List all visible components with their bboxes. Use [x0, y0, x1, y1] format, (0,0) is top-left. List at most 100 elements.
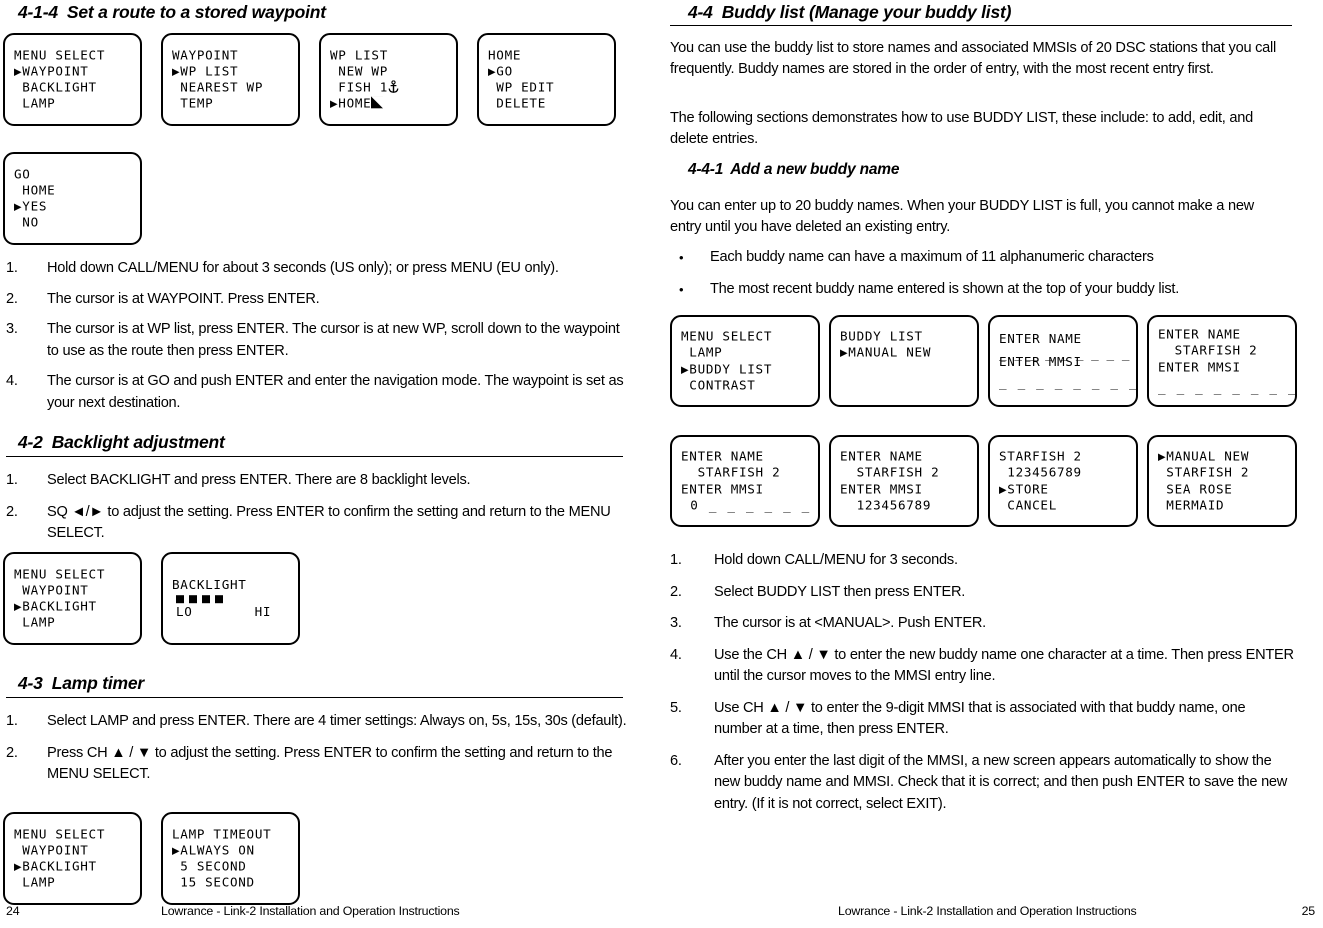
lcd-line: WAYPOINT: [14, 842, 89, 858]
lcd-line: ▶GO: [488, 63, 513, 79]
lcd-menu-select-lamp: MENU SELECT WAYPOINT ▶BACKLIGHT LAMP: [3, 812, 142, 905]
lcd-lamp-timeout: LAMP TIMEOUT ▶ALWAYS ON 5 SECOND 15 SECO…: [161, 812, 300, 905]
heading-4-3: 4-3 Lamp timer: [18, 673, 622, 694]
list-item: • Each buddy name can have a maximum of …: [670, 247, 1285, 268]
step-text: Select BUDDY LIST then press ENTER.: [714, 583, 966, 600]
lcd-mmsi-entry-dashes: _ _ _ _ _ _ _ _ _: [1158, 379, 1297, 395]
lcd-line: ENTER NAME: [681, 448, 764, 464]
lcd-waypoint: WAYPOINT ▶WP LIST NEAREST WP TEMP: [161, 33, 300, 126]
heading-4-2-text: Backlight adjustment: [51, 432, 225, 452]
step-number: 1.: [670, 552, 682, 568]
footer-text: Lowrance - Link-2 Installation and Opera…: [838, 904, 1137, 918]
step-number: 2.: [6, 744, 18, 761]
lcd-line: [840, 361, 974, 377]
page-number: 24: [6, 904, 20, 918]
step-text: After you enter the last digit of the MM…: [714, 752, 1288, 812]
lcd-line: [840, 377, 974, 393]
list-item: 1. Hold down CALL/MENU for about 3 secon…: [6, 258, 631, 280]
lcd-line: ▶STORE: [999, 481, 1049, 496]
lcd-line: TEMP: [172, 95, 214, 111]
manual-spread: 4-1-4 Set a route to a stored waypoint ME…: [0, 0, 1323, 928]
list-item: 4. The cursor is at GO and push ENTER an…: [6, 371, 631, 414]
step-text: SQ ◄/► to adjust the setting. Press ENTE…: [47, 503, 611, 542]
step-number: 4.: [670, 646, 682, 663]
left-page: 4-1-4 Set a route to a stored waypoint ME…: [0, 0, 660, 928]
heading-4-4-1-number: 4-4-1: [688, 161, 724, 178]
step-number: 5.: [670, 699, 682, 716]
step-number: 6.: [670, 752, 682, 769]
steps-4-1-4: 1. Hold down CALL/MENU for about 3 secon…: [6, 258, 631, 414]
intro-paragraph-2: The following sections demonstrates how …: [670, 110, 1253, 147]
lcd-row-backlight: MENU SELECT WAYPOINT ▶BACKLIGHT LAMP BAC…: [3, 552, 300, 645]
lcd-line: BUDDY LIST: [840, 328, 923, 344]
lcd-backlight-level: BACKLIGHT LO HI: [161, 552, 300, 645]
lcd-menu-select: MENU SELECT ▶WAYPOINT BACKLIGHT LAMP: [3, 33, 142, 126]
list-item: 2. Select BUDDY LIST then press ENTER.: [670, 582, 1297, 604]
steps-4-3: 1. Select LAMP and press ENTER. There ar…: [6, 711, 628, 786]
intro-paragraph-1: You can use the buddy list to store name…: [670, 40, 1277, 77]
bullet-text: The most recent buddy name entered is sh…: [710, 281, 1180, 297]
lcd-wp-list: WP LIST NEW WP FISH 1 ▶HOME: [319, 33, 458, 126]
lcd-line: ENTER MMSI: [840, 481, 923, 496]
list-item: 6. After you enter the last digit of the…: [670, 751, 1297, 816]
level-square: [215, 595, 223, 603]
step-number: 2.: [670, 583, 682, 600]
right-page: 4-4 Buddy list (Manage your buddy list) Y…: [660, 0, 1323, 928]
list-item: 3. The cursor is at <MANUAL>. Push ENTER…: [670, 613, 1297, 635]
lcd-line: ▶MANUAL NEW: [1158, 448, 1250, 464]
step-number: 1.: [6, 472, 18, 488]
step-text: The cursor is at <MANUAL>. Push ENTER.: [714, 615, 986, 631]
lcd-mmsi-entry-partial: 0 _ _ _ _ _ _ _: [681, 497, 820, 513]
lcd-line: MENU SELECT: [14, 825, 106, 841]
lcd-row-lamp: MENU SELECT WAYPOINT ▶BACKLIGHT LAMP LAM…: [3, 812, 300, 905]
lcd-line: ENTER NAME: [1158, 326, 1241, 342]
heading-4-4-number: 4-4: [688, 2, 713, 22]
level-hi-label: HI: [254, 604, 272, 619]
level-square: [202, 595, 210, 603]
heading-4-1-4-text: Set a route to a stored waypoint: [66, 2, 326, 22]
steps-4-2: 1. Select BACKLIGHT and press ENTER. The…: [6, 470, 628, 545]
lcd-line: STARFISH 2: [1158, 464, 1250, 480]
lcd-row-buddy-2: ENTER NAME STARFISH 2 ENTER MMSI 0 _ _ _…: [670, 435, 1297, 527]
lcd-menu-select-buddy: MENU SELECT LAMP ▶BUDDY LIST CONTRAST: [670, 315, 820, 407]
heading-4-2-rule: [6, 456, 623, 458]
list-item: 1. Select BACKLIGHT and press ENTER. The…: [6, 470, 628, 492]
step-number: 3.: [670, 615, 682, 631]
lcd-line: GO: [14, 165, 31, 181]
anchor-icon: [388, 80, 399, 94]
bullet-list: • Each buddy name can have a maximum of …: [670, 247, 1285, 300]
list-item: 1. Hold down CALL/MENU for 3 seconds.: [670, 550, 1297, 572]
heading-4-3-number: 4-3: [18, 673, 43, 693]
lcd-line: LAMP TIMEOUT: [172, 825, 272, 841]
step-text: Hold down CALL/MENU for 3 seconds.: [714, 552, 958, 568]
heading-4-3-text: Lamp timer: [51, 673, 145, 693]
lcd-line: WP EDIT: [488, 79, 555, 95]
lcd-line: HOME: [488, 46, 522, 62]
lcd-line: LAMP: [681, 344, 723, 360]
lcd-line: ▶ALWAYS ON: [172, 842, 255, 858]
lcd-store-confirm: STARFISH 2 123456789 ▶STORE CANCEL: [988, 435, 1138, 527]
lcd-line: STARFISH 2: [840, 464, 940, 480]
lcd-mmsi-first-digit: ENTER NAME STARFISH 2 ENTER MMSI 0 _ _ _…: [670, 435, 820, 527]
step-number: 2.: [6, 290, 18, 307]
footer-right: Lowrance - Link-2 Installation and Opera…: [660, 904, 1323, 920]
lcd-go-confirm: GO HOME ▶YES NO: [3, 152, 142, 245]
lcd-mmsi-complete: ENTER NAME STARFISH 2 ENTER MMSI 1234567…: [829, 435, 979, 527]
lcd-line: NO: [14, 214, 39, 230]
bullet-marker: •: [679, 282, 684, 297]
lcd-line: STARFISH 2: [999, 448, 1082, 464]
lcd-line: MERMAID: [1158, 497, 1225, 513]
step-text: Press CH ▲ / ▼ to adjust the setting. Pr…: [47, 744, 613, 783]
bullet-text: Each buddy name can have a maximum of 11…: [710, 249, 1154, 265]
heading-4-4-text: Buddy list (Manage your buddy list): [721, 2, 1012, 22]
lcd-line: ▶BACKLIGHT: [14, 598, 97, 614]
lcd-line: WAYPOINT: [14, 582, 89, 598]
lcd-line: ▶MANUAL NEW: [840, 344, 932, 360]
list-item: 2. The cursor is at WAYPOINT. Press ENTE…: [6, 289, 631, 311]
steps-4-4-1: 1. Hold down CALL/MENU for 3 seconds. 2.…: [670, 550, 1297, 815]
list-item: 2. Press CH ▲ / ▼ to adjust the setting.…: [6, 743, 628, 786]
lcd-line: ENTER MMSI: [999, 353, 1082, 369]
step-text: The cursor is at GO and push ENTER and e…: [47, 373, 624, 411]
lcd-line: CONTRAST: [681, 377, 756, 393]
lcd-line: ▶WAYPOINT: [14, 63, 89, 79]
